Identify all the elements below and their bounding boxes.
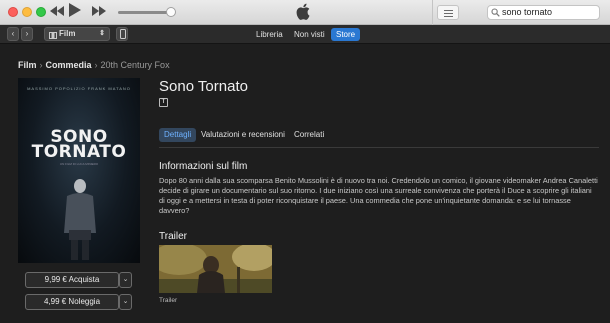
movie-title: Sono Tornato <box>159 78 248 95</box>
divider <box>432 0 433 25</box>
close-window-button[interactable] <box>8 7 18 17</box>
breadcrumb-separator-icon: › <box>94 60 98 70</box>
poster-actors: MASSIMO POPOLIZIO FRANK MATANO <box>27 86 131 91</box>
trailer-heading: Trailer <box>159 231 187 242</box>
forward-button[interactable]: › <box>21 27 33 41</box>
poster-title-line-2: TORNATO <box>31 142 127 162</box>
chevron-down-icon: ⌄ <box>122 298 129 305</box>
buy-options-button[interactable]: ⌄ <box>119 272 132 288</box>
title-bar: sono tornato <box>0 0 610 25</box>
up-next-list-button[interactable] <box>437 5 459 20</box>
rewind-icon[interactable] <box>50 4 64 20</box>
media-type-label: Film <box>59 29 76 38</box>
tab-libreria[interactable]: Libreria <box>251 28 288 41</box>
info-heading: Informazioni sul film <box>159 161 248 172</box>
navigation-bar: ‹ › Film ⇕ Libreria Non visti Store <box>0 25 610 44</box>
info-description: Dopo 80 anni dalla sua scomparsa Benito … <box>159 176 598 215</box>
chevron-down-icon: ⌄ <box>122 276 129 283</box>
divider <box>159 147 599 148</box>
tab-correlati[interactable]: Correlati <box>289 128 329 142</box>
search-icon <box>491 8 500 21</box>
movie-poster: MASSIMO POPOLIZIO FRANK MATANO SONO TORN… <box>18 78 140 263</box>
rent-button[interactable]: 4,99 € Noleggia <box>25 294 119 310</box>
volume-slider-knob[interactable] <box>166 7 176 17</box>
rent-options-button[interactable]: ⌄ <box>119 294 132 310</box>
trailer-scene-image <box>159 245 272 293</box>
breadcrumb-item-studio[interactable]: 20th Century Fox <box>101 60 170 70</box>
tab-dettagli[interactable]: Dettagli <box>159 128 197 142</box>
search-input[interactable]: sono tornato <box>487 5 600 20</box>
trailer-caption: Trailer <box>159 297 178 304</box>
rating-badge: T <box>159 98 168 107</box>
device-button[interactable] <box>116 27 128 41</box>
poster-title: SONO TORNATO <box>18 129 140 162</box>
media-type-select[interactable]: Film ⇕ <box>44 27 110 41</box>
play-icon[interactable] <box>69 3 81 20</box>
breadcrumb-separator-icon: › <box>39 60 43 70</box>
breadcrumb: Film › Commedia › 20th Century Fox <box>18 60 170 70</box>
film-strip-icon <box>49 31 57 43</box>
buy-button[interactable]: 9,99 € Acquista <box>25 272 119 288</box>
itunes-window: sono tornato ‹ › Film ⇕ Libreria Non vis… <box>0 0 610 323</box>
fast-forward-icon[interactable] <box>92 4 106 20</box>
phone-icon <box>120 29 126 39</box>
minimize-window-button[interactable] <box>22 7 32 17</box>
tab-non-visti[interactable]: Non visti <box>289 28 330 41</box>
volume-slider[interactable] <box>118 11 172 14</box>
tab-valutazioni[interactable]: Valutazioni e recensioni <box>196 128 290 142</box>
apple-logo-icon <box>296 3 310 25</box>
poster-figure-silhouette <box>64 179 96 260</box>
tab-store[interactable]: Store <box>331 28 361 41</box>
poster-subtitle: UN FILM DI LUCA MINIERO <box>59 162 99 166</box>
chevron-left-icon: ‹ <box>11 29 15 38</box>
breadcrumb-item-film[interactable]: Film <box>18 60 37 70</box>
back-button[interactable]: ‹ <box>7 27 19 41</box>
trailer-thumbnail[interactable] <box>159 245 272 293</box>
search-value: sono tornato <box>502 7 553 17</box>
chevron-right-icon: › <box>25 29 29 38</box>
scrollbar[interactable] <box>603 45 610 323</box>
maximize-window-button[interactable] <box>36 7 46 17</box>
chevron-updown-icon: ⇕ <box>99 30 105 37</box>
breadcrumb-item-commedia[interactable]: Commedia <box>46 60 92 70</box>
